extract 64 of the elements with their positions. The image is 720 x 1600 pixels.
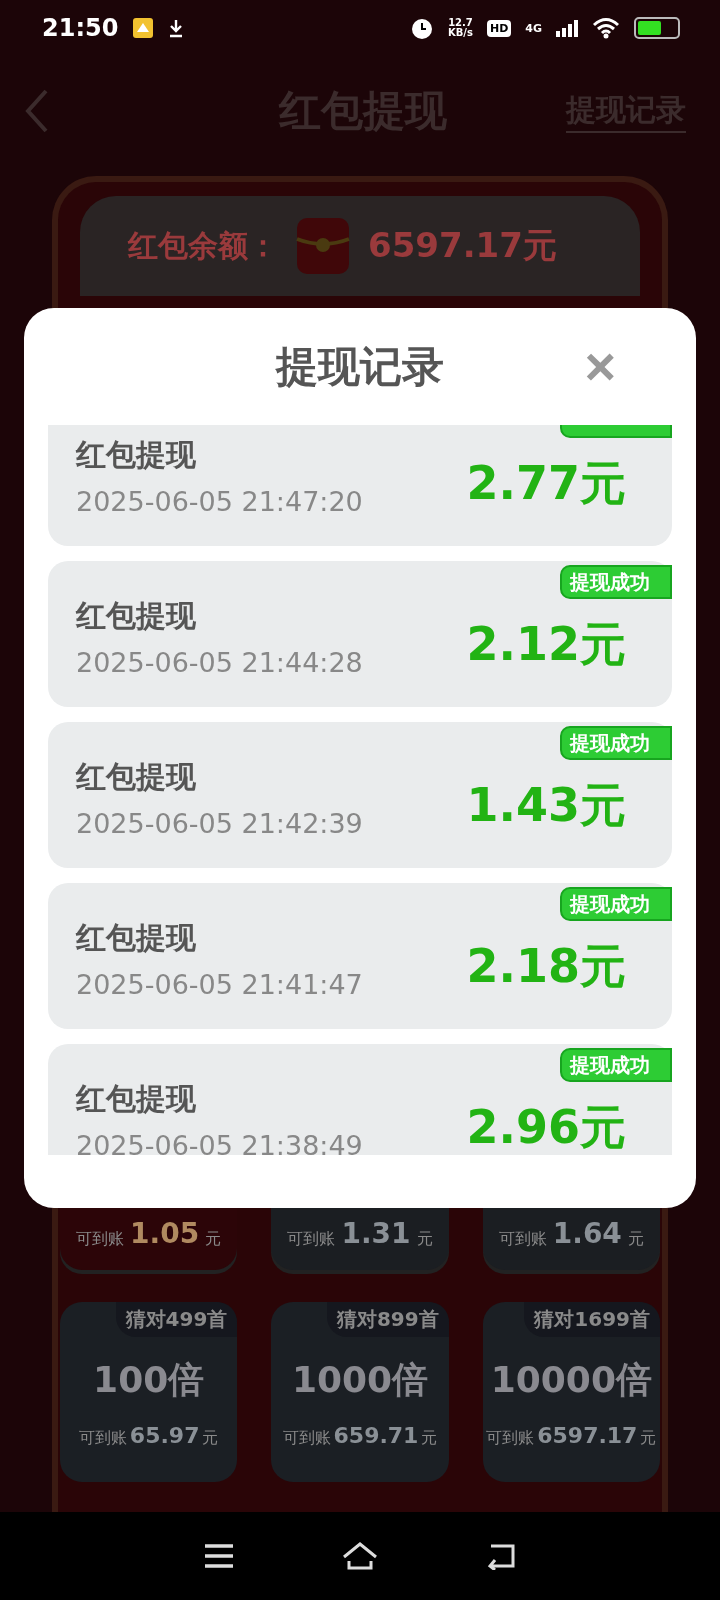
option-prefix: 可到账 — [498, 1229, 547, 1250]
balance-amount: 6597.17元 — [368, 224, 557, 267]
goal-tag: 猜对899首 — [326, 1302, 449, 1337]
goal-tag: 猜对1699首 — [524, 1302, 660, 1337]
balance-label: 红包余额： — [128, 226, 278, 265]
download-icon — [168, 18, 185, 38]
status-badge: 提现成功 — [560, 726, 672, 760]
option-amount: 65.97 — [129, 1423, 200, 1448]
record-time: 2025-06-05 21:42:39 — [76, 808, 364, 839]
status-badge: 提现成功 — [560, 887, 672, 921]
option-unit: 元 — [416, 1229, 433, 1250]
clock-time: 21:50 — [42, 14, 119, 42]
option-amount: 1.64 — [552, 1217, 622, 1250]
record-title: 红包提现 — [76, 597, 197, 635]
multiplier-value: 1000倍 — [291, 1358, 429, 1402]
multiplier-option[interactable]: 猜对899首 1000倍 可到账 659.71 元 — [271, 1302, 449, 1482]
record-amount: 2.96元 — [466, 1099, 626, 1155]
multiplier-value: 100倍 — [93, 1358, 205, 1402]
back-icon — [485, 1542, 517, 1570]
app-notification-icon — [132, 17, 155, 39]
option-amount: 6597.17 — [537, 1423, 638, 1448]
network-type: 4G — [525, 21, 542, 35]
option-prefix: 可到账 — [287, 1229, 336, 1250]
option-prefix: 可到账 — [282, 1428, 331, 1449]
record-time: 2025-06-05 21:38:49 — [76, 1130, 364, 1155]
goal-tag: 猜对499首 — [115, 1302, 238, 1337]
record-amount: 2.18元 — [466, 938, 626, 995]
record-amount: 1.43元 — [466, 777, 626, 834]
record-title: 红包提现 — [76, 758, 197, 796]
option-unit: 元 — [640, 1428, 657, 1449]
wifi-icon — [592, 17, 620, 39]
network-speed: 12.7 KB/s — [448, 18, 473, 38]
record-time: 2025-06-05 21:41:47 — [76, 969, 364, 1000]
option-prefix: 可到账 — [78, 1428, 127, 1449]
multiplier-option[interactable]: 猜对499首 100倍 可到账 65.97 元 — [60, 1302, 238, 1482]
menu-icon — [203, 1543, 235, 1569]
option-amount: 1.05 — [130, 1217, 200, 1250]
status-badge: 提现成功 — [560, 1048, 672, 1082]
back-icon — [24, 89, 50, 133]
multiplier-value: 10000倍 — [490, 1358, 652, 1402]
option-prefix: 可到账 — [76, 1229, 125, 1250]
signal-icon — [556, 19, 578, 37]
record-time: 2025-06-05 21:47:20 — [76, 486, 364, 517]
record-title: 红包提现 — [76, 919, 197, 957]
record-amount: 2.77元 — [466, 455, 626, 512]
home-icon — [341, 1541, 379, 1571]
multiplier-option[interactable]: 猜对1699首 10000倍 可到账 6597.17 元 — [482, 1302, 660, 1482]
status-badge: 提现成功 — [560, 565, 672, 599]
hd-badge: HD — [486, 19, 512, 37]
option-amount: 659.71 — [333, 1423, 419, 1448]
record-title: 红包提现 — [76, 1080, 197, 1118]
alarm-icon — [410, 16, 434, 40]
option-amount: 1.31 — [341, 1217, 411, 1250]
envelope-icon — [296, 217, 350, 275]
dialog-title: 提现记录 — [276, 340, 444, 393]
record-time: 2025-06-05 21:44:28 — [76, 647, 364, 678]
option-unit: 元 — [627, 1229, 644, 1250]
close-button[interactable]: × — [584, 346, 616, 386]
option-unit: 元 — [421, 1428, 438, 1449]
record-amount: 2.12元 — [466, 616, 626, 673]
option-prefix: 可到账 — [486, 1428, 535, 1449]
option-unit: 元 — [205, 1229, 222, 1250]
option-unit: 元 — [202, 1428, 219, 1449]
record-title: 红包提现 — [76, 436, 197, 474]
